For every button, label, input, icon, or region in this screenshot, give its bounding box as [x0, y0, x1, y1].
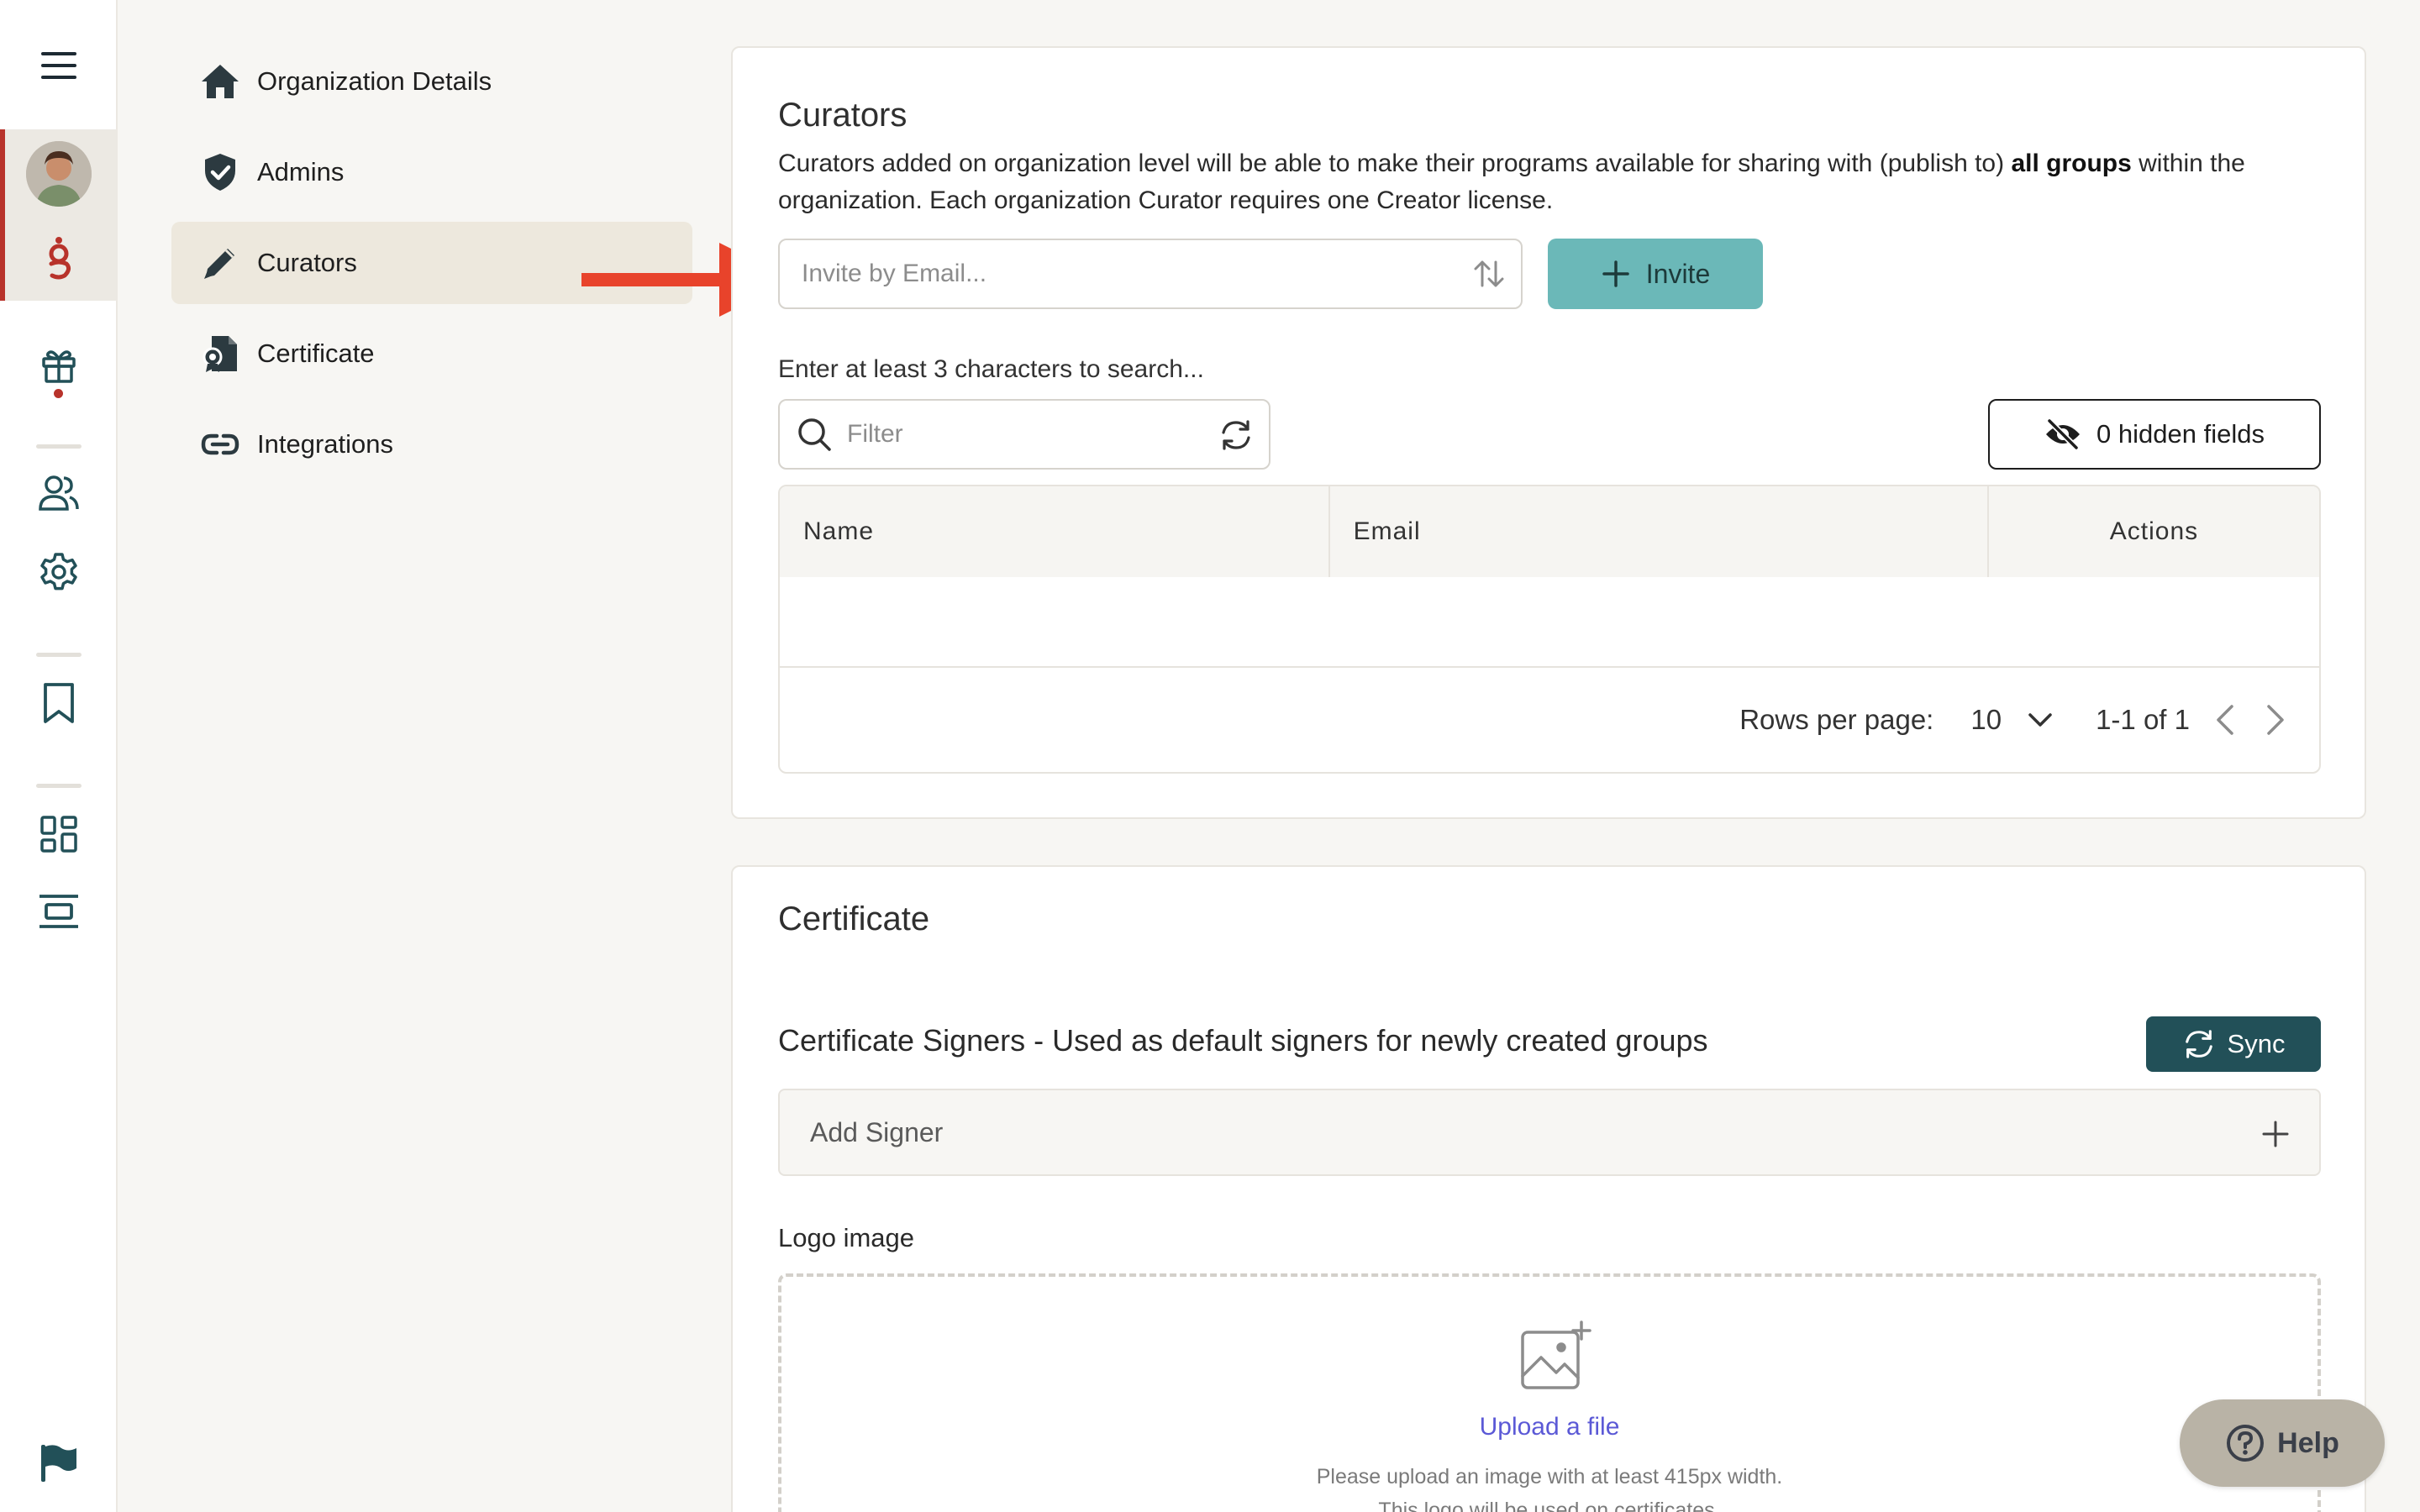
column-header-name[interactable]: Name	[780, 486, 1330, 577]
nav-item-organization-details[interactable]: Organization Details	[171, 40, 692, 123]
help-circle-icon	[2227, 1425, 2265, 1462]
nav-item-label: Admins	[257, 157, 345, 186]
gift-icon	[42, 350, 76, 383]
feedback-button[interactable]	[0, 1425, 118, 1500]
users-icon	[39, 475, 79, 511]
pencil-icon	[200, 243, 240, 283]
nav-item-certificate[interactable]: Certificate	[171, 312, 692, 395]
curators-table: Name Email Actions Rows per page: 10 1-1…	[778, 485, 2321, 774]
curators-description: Curators added on organization level wil…	[778, 150, 2245, 214]
add-signer-row[interactable]: Add Signer	[778, 1089, 2321, 1176]
brand-logo-button[interactable]	[0, 220, 118, 296]
people-button[interactable]	[0, 455, 118, 531]
column-header-email[interactable]: Email	[1330, 486, 1989, 577]
nav-item-label: Integrations	[257, 429, 393, 459]
certificate-icon	[200, 333, 240, 374]
table-header: Name Email Actions	[780, 486, 2319, 577]
link-icon	[200, 424, 240, 465]
nav-item-label: Certificate	[257, 339, 375, 368]
all-groups-emphasis: all groups	[2011, 150, 2132, 177]
layout-center-icon	[39, 895, 78, 928]
certificate-title: Certificate	[778, 900, 930, 937]
layout-button[interactable]	[0, 874, 118, 949]
table-body	[780, 577, 2319, 668]
chevron-down-icon[interactable]	[2027, 711, 2054, 728]
bookmark-icon	[44, 683, 74, 723]
settings-button[interactable]	[0, 534, 118, 610]
avatar	[26, 141, 92, 207]
eye-off-icon	[2046, 419, 2081, 449]
invite-email-field[interactable]	[778, 239, 1523, 309]
help-label: Help	[2277, 1426, 2339, 1459]
search-icon	[798, 418, 831, 451]
hidden-fields-label: 0 hidden fields	[2096, 419, 2265, 449]
nav-item-integrations[interactable]: Integrations	[171, 403, 692, 486]
sync-icon	[2185, 1030, 2212, 1058]
filter-input[interactable]	[847, 420, 1200, 449]
avatar-portrait-icon	[26, 141, 92, 207]
bookmarks-button[interactable]	[0, 665, 118, 741]
sync-button[interactable]: Sync	[2146, 1016, 2321, 1072]
invite-button-label: Invite	[1645, 258, 1711, 289]
icon-rail	[0, 0, 118, 1512]
table-pagination: Rows per page: 10 1-1 of 1	[780, 668, 2319, 772]
shield-icon	[200, 152, 240, 192]
nav-item-admins[interactable]: Admins	[171, 131, 692, 213]
help-button[interactable]: Help	[2180, 1399, 2385, 1487]
rows-per-page-label: Rows per page:	[1739, 704, 1934, 735]
certificate-card: Certificate Certificate Signers - Used a…	[731, 865, 2366, 1512]
invite-button[interactable]: Invite	[1548, 239, 1763, 309]
logo-image-label: Logo image	[778, 1223, 915, 1252]
curators-title: Curators	[778, 97, 908, 134]
search-hint: Enter at least 3 characters to search...	[778, 355, 1204, 383]
rail-divider	[36, 784, 82, 788]
home-icon	[200, 61, 240, 102]
certificate-signers-label: Certificate Signers - Used as default si…	[778, 1023, 1708, 1058]
dashboard-button[interactable]	[0, 796, 118, 872]
chevron-right-icon[interactable]	[2265, 703, 2286, 737]
plus-icon[interactable]	[2262, 1121, 2289, 1147]
logo-dropzone[interactable]: Upload a file Please upload an image wit…	[778, 1273, 2321, 1512]
nav-item-label: Organization Details	[257, 66, 492, 96]
upload-file-link[interactable]: Upload a file	[781, 1413, 2317, 1441]
notification-dot	[54, 389, 63, 398]
hamburger-icon	[41, 52, 76, 79]
rail-divider	[36, 653, 82, 657]
hidden-fields-button[interactable]: 0 hidden fields	[1988, 399, 2321, 470]
invite-email-input[interactable]	[802, 260, 1457, 288]
column-header-actions: Actions	[2109, 517, 2199, 545]
add-signer-label: Add Signer	[810, 1116, 944, 1147]
nav-item-label: Curators	[257, 248, 357, 277]
curators-card: Curators Curators added on organization …	[731, 46, 2366, 819]
brand-g-logo-icon	[49, 237, 71, 280]
image-add-icon	[1521, 1320, 1591, 1389]
rows-per-page-select[interactable]: 10	[1970, 704, 2002, 736]
refresh-icon[interactable]	[1218, 417, 1254, 453]
filter-field[interactable]	[778, 399, 1270, 470]
profile-button[interactable]	[0, 136, 118, 212]
flag-icon	[41, 1445, 76, 1482]
sync-button-label: Sync	[2227, 1029, 2286, 1058]
upload-hint: Please upload an image with at least 415…	[1316, 1465, 1783, 1512]
gear-icon	[40, 553, 77, 591]
chevron-left-icon[interactable]	[2215, 703, 2235, 737]
rail-divider	[36, 444, 82, 449]
plus-icon	[1602, 260, 1629, 287]
menu-button[interactable]	[0, 28, 118, 103]
dashboard-grid-icon	[40, 816, 77, 853]
sort-arrows-icon	[1474, 260, 1504, 287]
page-range: 1-1 of 1	[2096, 704, 2190, 735]
